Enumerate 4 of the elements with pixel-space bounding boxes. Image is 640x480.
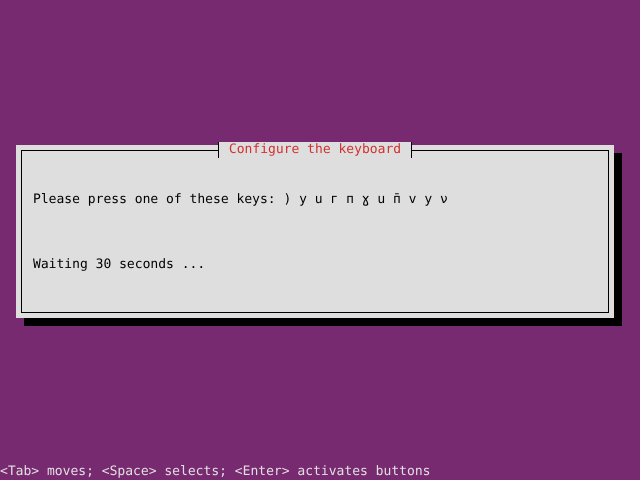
waiting-text: Waiting 30 seconds ... [33,257,206,273]
prompt-text: Please press one of these keys: ) y u г п ɣ u п̄ v y ν [33,192,449,208]
dialog-title: Configure the keyboard [218,142,412,158]
status-bar-hint: <Tab> moves; <Space> selects; <Enter> activates buttons [0,464,430,480]
